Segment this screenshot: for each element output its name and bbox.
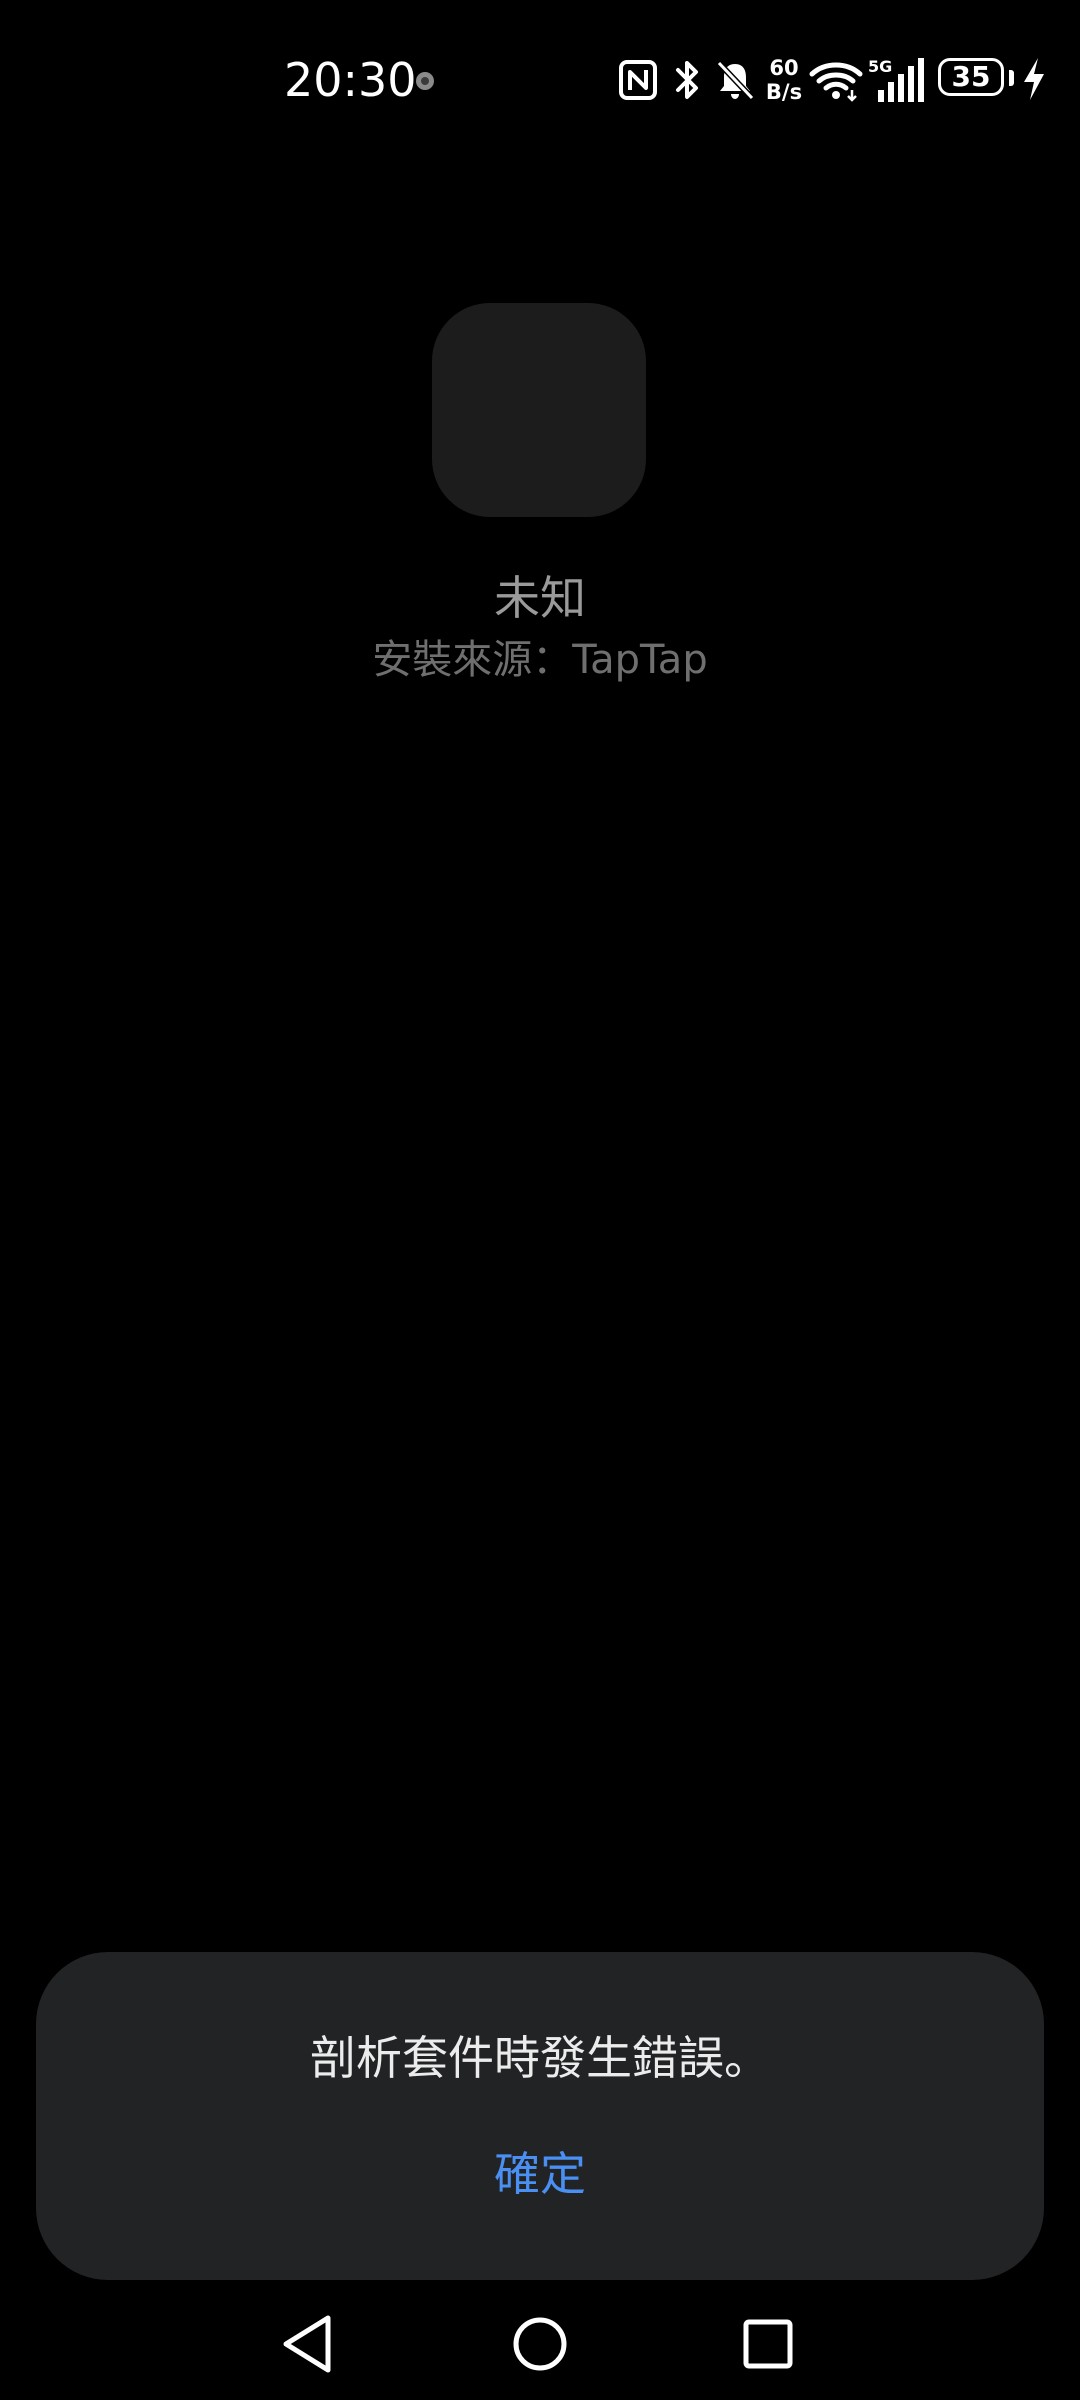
mute-bell-icon — [716, 60, 755, 101]
app-name: 未知 — [494, 571, 586, 625]
recents-icon[interactable] — [728, 2304, 808, 2384]
home-icon[interactable] — [500, 2304, 580, 2384]
wifi-icon — [809, 62, 863, 102]
dialog-message: 剖析套件時發生錯誤。 — [310, 2031, 770, 2085]
bluetooth-icon — [676, 61, 698, 99]
battery-level: 35 — [951, 60, 991, 93]
ok-button[interactable]: 確定 — [440, 2136, 640, 2212]
notification-dot-icon — [416, 72, 434, 90]
app-icon-placeholder — [432, 303, 646, 517]
net-speed-value: 60 — [769, 56, 799, 80]
battery-cap — [1009, 70, 1014, 86]
charging-bolt-icon — [1024, 58, 1044, 100]
navigation-bar — [0, 2290, 1080, 2400]
back-icon[interactable] — [270, 2304, 350, 2384]
status-icons: 60 B/s 5G 35 — [610, 52, 1060, 112]
net-speed: 60 B/s — [754, 56, 814, 104]
network-type: 5G — [868, 57, 892, 76]
error-dialog: 剖析套件時發生錯誤。 確定 — [36, 1952, 1044, 2280]
status-bar: 20:30 60 B/s 5G 35 — [0, 0, 1080, 160]
status-clock: 20:30 — [284, 53, 417, 107]
cell-signal-icon: 5G — [868, 57, 924, 102]
nfc-icon — [619, 60, 657, 100]
net-speed-unit: B/s — [765, 80, 803, 104]
install-source: 安裝來源：TapTap — [372, 637, 708, 683]
